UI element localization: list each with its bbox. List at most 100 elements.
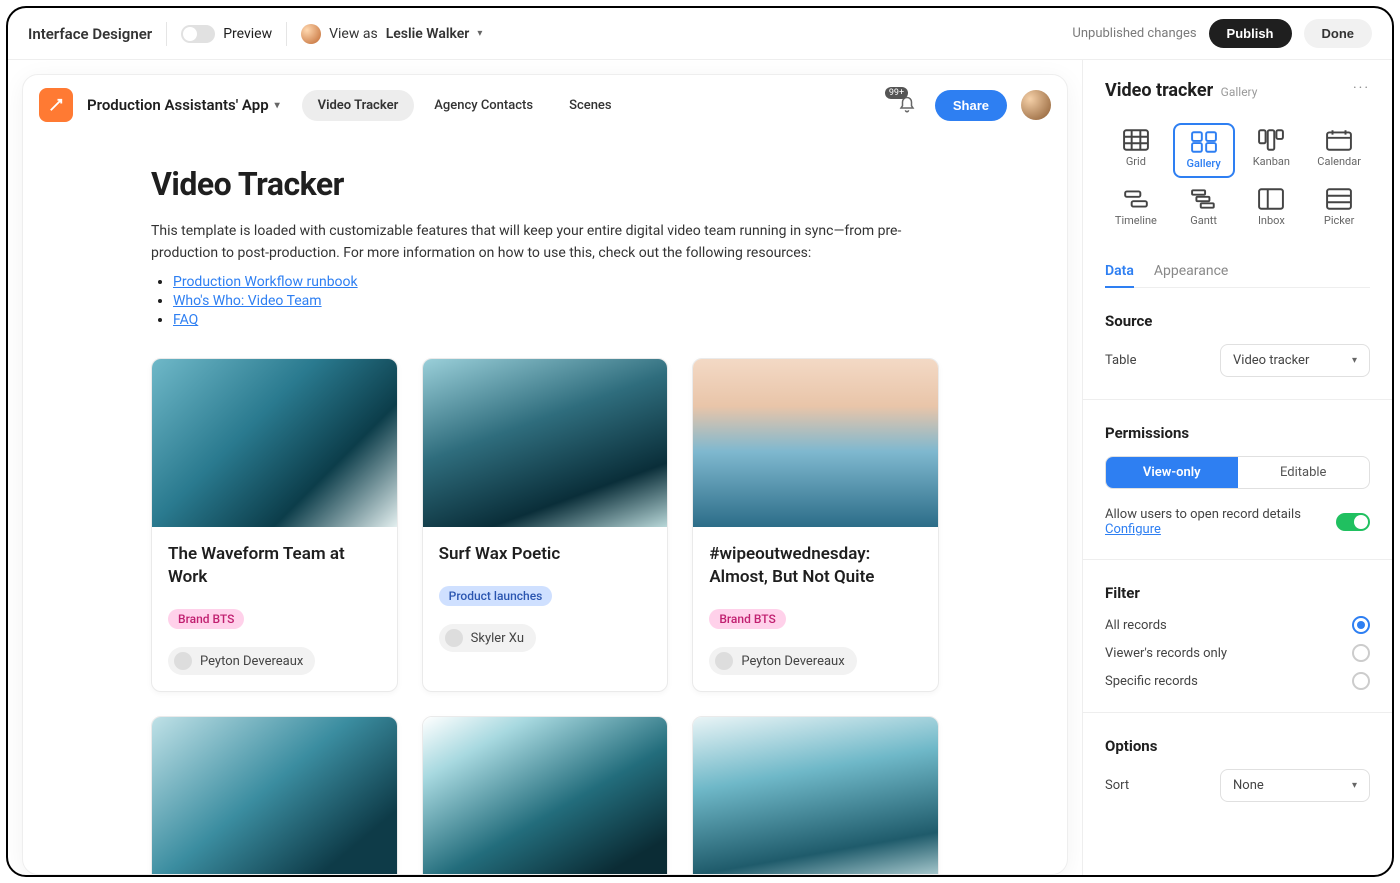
chevron-down-icon: ▾ (477, 28, 482, 39)
notification-badge: 99+ (885, 87, 908, 99)
card-image (693, 717, 938, 874)
card-owner-chip: Peyton Devereaux (709, 647, 856, 675)
configure-link[interactable]: Configure (1105, 522, 1161, 537)
layout-inbox[interactable]: Inbox (1241, 182, 1303, 233)
source-table-select[interactable]: Video tracker ▾ (1220, 344, 1370, 377)
share-button[interactable]: Share (935, 90, 1007, 121)
layout-grid[interactable]: Grid (1105, 123, 1167, 178)
preview-toggle[interactable]: Preview (181, 25, 272, 43)
page-title: Video Tracker (151, 165, 939, 203)
radio-icon (1352, 672, 1370, 690)
allow-details-toggle[interactable] (1336, 513, 1370, 531)
avatar-icon (174, 652, 192, 670)
source-label: Table (1105, 353, 1136, 368)
picker-icon (1326, 188, 1352, 210)
app-icon (39, 88, 73, 122)
gallery-card[interactable]: The Waveform Team at Work Brand BTS Peyt… (151, 358, 398, 692)
filter-section: Filter All records Viewer's records only… (1105, 584, 1370, 690)
link-faq[interactable]: FAQ (173, 312, 198, 328)
card-image (423, 359, 668, 527)
radio-icon (1352, 616, 1370, 634)
filter-option-specific[interactable]: Specific records (1105, 672, 1370, 690)
layout-calendar[interactable]: Calendar (1308, 123, 1370, 178)
gallery-card[interactable] (422, 716, 669, 874)
gallery-card[interactable] (692, 716, 939, 874)
layout-timeline[interactable]: Timeline (1105, 182, 1167, 233)
topbar: Interface Designer Preview View as Lesli… (8, 8, 1392, 60)
user-avatar[interactable] (1021, 90, 1051, 120)
kanban-icon (1258, 129, 1284, 151)
panel-tabs: Data Appearance (1105, 255, 1370, 288)
app-header: Production Assistants' App ▾ Video Track… (23, 75, 1067, 135)
app-tabs: Video Tracker Agency Contacts Scenes (302, 90, 628, 121)
notifications-button[interactable]: 99+ (893, 91, 921, 119)
sort-label: Sort (1105, 778, 1129, 793)
gallery-grid: The Waveform Team at Work Brand BTS Peyt… (151, 358, 939, 874)
publish-button[interactable]: Publish (1209, 19, 1292, 48)
layout-picker: Grid Gallery Kanban Calendar (1105, 123, 1370, 233)
done-button[interactable]: Done (1304, 19, 1373, 48)
resource-links: Production Workflow runbook Who's Who: V… (173, 274, 939, 328)
chevron-down-icon: ▾ (1352, 780, 1357, 791)
tab-agency-contacts[interactable]: Agency Contacts (418, 90, 549, 121)
tab-data[interactable]: Data (1105, 255, 1134, 287)
config-panel: Video tracker Gallery ··· Grid Gallery (1082, 60, 1392, 875)
avatar-icon (301, 24, 321, 44)
gallery-card[interactable]: #wipeoutwednesday: Almost, But Not Quite… (692, 358, 939, 692)
app-title: Interface Designer (28, 25, 152, 43)
perm-editable[interactable]: Editable (1238, 457, 1370, 488)
layout-picker[interactable]: Picker (1308, 182, 1370, 233)
link-runbook[interactable]: Production Workflow runbook (173, 274, 358, 290)
calendar-icon (1326, 129, 1352, 151)
unpublished-status: Unpublished changes (1072, 26, 1196, 41)
tab-video-tracker[interactable]: Video Tracker (302, 90, 415, 121)
viewas-prefix: View as (329, 26, 378, 42)
divider (166, 22, 167, 46)
page-description: This template is loaded with customizabl… (151, 221, 931, 264)
panel-subtitle: Gallery (1221, 85, 1258, 99)
card-image (693, 359, 938, 527)
grid-icon (1123, 129, 1149, 151)
permissions-segmented[interactable]: View-only Editable (1105, 456, 1370, 489)
viewas-name: Leslie Walker (386, 26, 470, 42)
source-heading: Source (1105, 312, 1370, 330)
card-tag: Brand BTS (709, 609, 785, 629)
link-whoswho[interactable]: Who's Who: Video Team (173, 293, 322, 309)
card-owner-chip: Skyler Xu (439, 624, 536, 652)
layout-gallery[interactable]: Gallery (1173, 123, 1235, 178)
divider (1083, 559, 1392, 560)
canvas: Production Assistants' App ▾ Video Track… (8, 60, 1082, 875)
card-owner-chip: Peyton Devereaux (168, 647, 315, 675)
panel-title: Video tracker (1105, 80, 1213, 101)
card-image (152, 717, 397, 874)
options-section: Options Sort None ▾ (1105, 737, 1370, 802)
permissions-heading: Permissions (1105, 424, 1370, 442)
perm-allow-label: Allow users to open record details (1105, 507, 1301, 522)
more-menu-button[interactable]: ··· (1353, 80, 1370, 96)
filter-option-all[interactable]: All records (1105, 616, 1370, 634)
chevron-down-icon: ▾ (275, 100, 280, 111)
divider (286, 22, 287, 46)
gallery-card[interactable]: Surf Wax Poetic Product launches Skyler … (422, 358, 669, 692)
timeline-icon (1123, 188, 1149, 210)
layout-kanban[interactable]: Kanban (1241, 123, 1303, 178)
inbox-icon (1258, 188, 1284, 210)
source-section: Source Table Video tracker ▾ (1105, 312, 1370, 377)
avatar-icon (445, 629, 463, 647)
layout-gantt[interactable]: Gantt (1173, 182, 1235, 233)
view-as-selector[interactable]: View as Leslie Walker ▾ (301, 24, 482, 44)
app-name-dropdown[interactable]: Production Assistants' App ▾ (87, 96, 280, 114)
divider (1083, 399, 1392, 400)
panel-header: Video tracker Gallery ··· (1105, 80, 1370, 101)
sort-select[interactable]: None ▾ (1220, 769, 1370, 802)
divider (1083, 712, 1392, 713)
app-frame: Production Assistants' App ▾ Video Track… (22, 74, 1068, 875)
preview-label: Preview (223, 26, 272, 42)
card-title: #wipeoutwednesday: Almost, But Not Quite (709, 543, 922, 589)
tab-scenes[interactable]: Scenes (553, 90, 628, 121)
gallery-icon (1191, 131, 1217, 153)
filter-option-viewer[interactable]: Viewer's records only (1105, 644, 1370, 662)
tab-appearance[interactable]: Appearance (1154, 255, 1228, 287)
gallery-card[interactable] (151, 716, 398, 874)
perm-view-only[interactable]: View-only (1106, 457, 1238, 488)
